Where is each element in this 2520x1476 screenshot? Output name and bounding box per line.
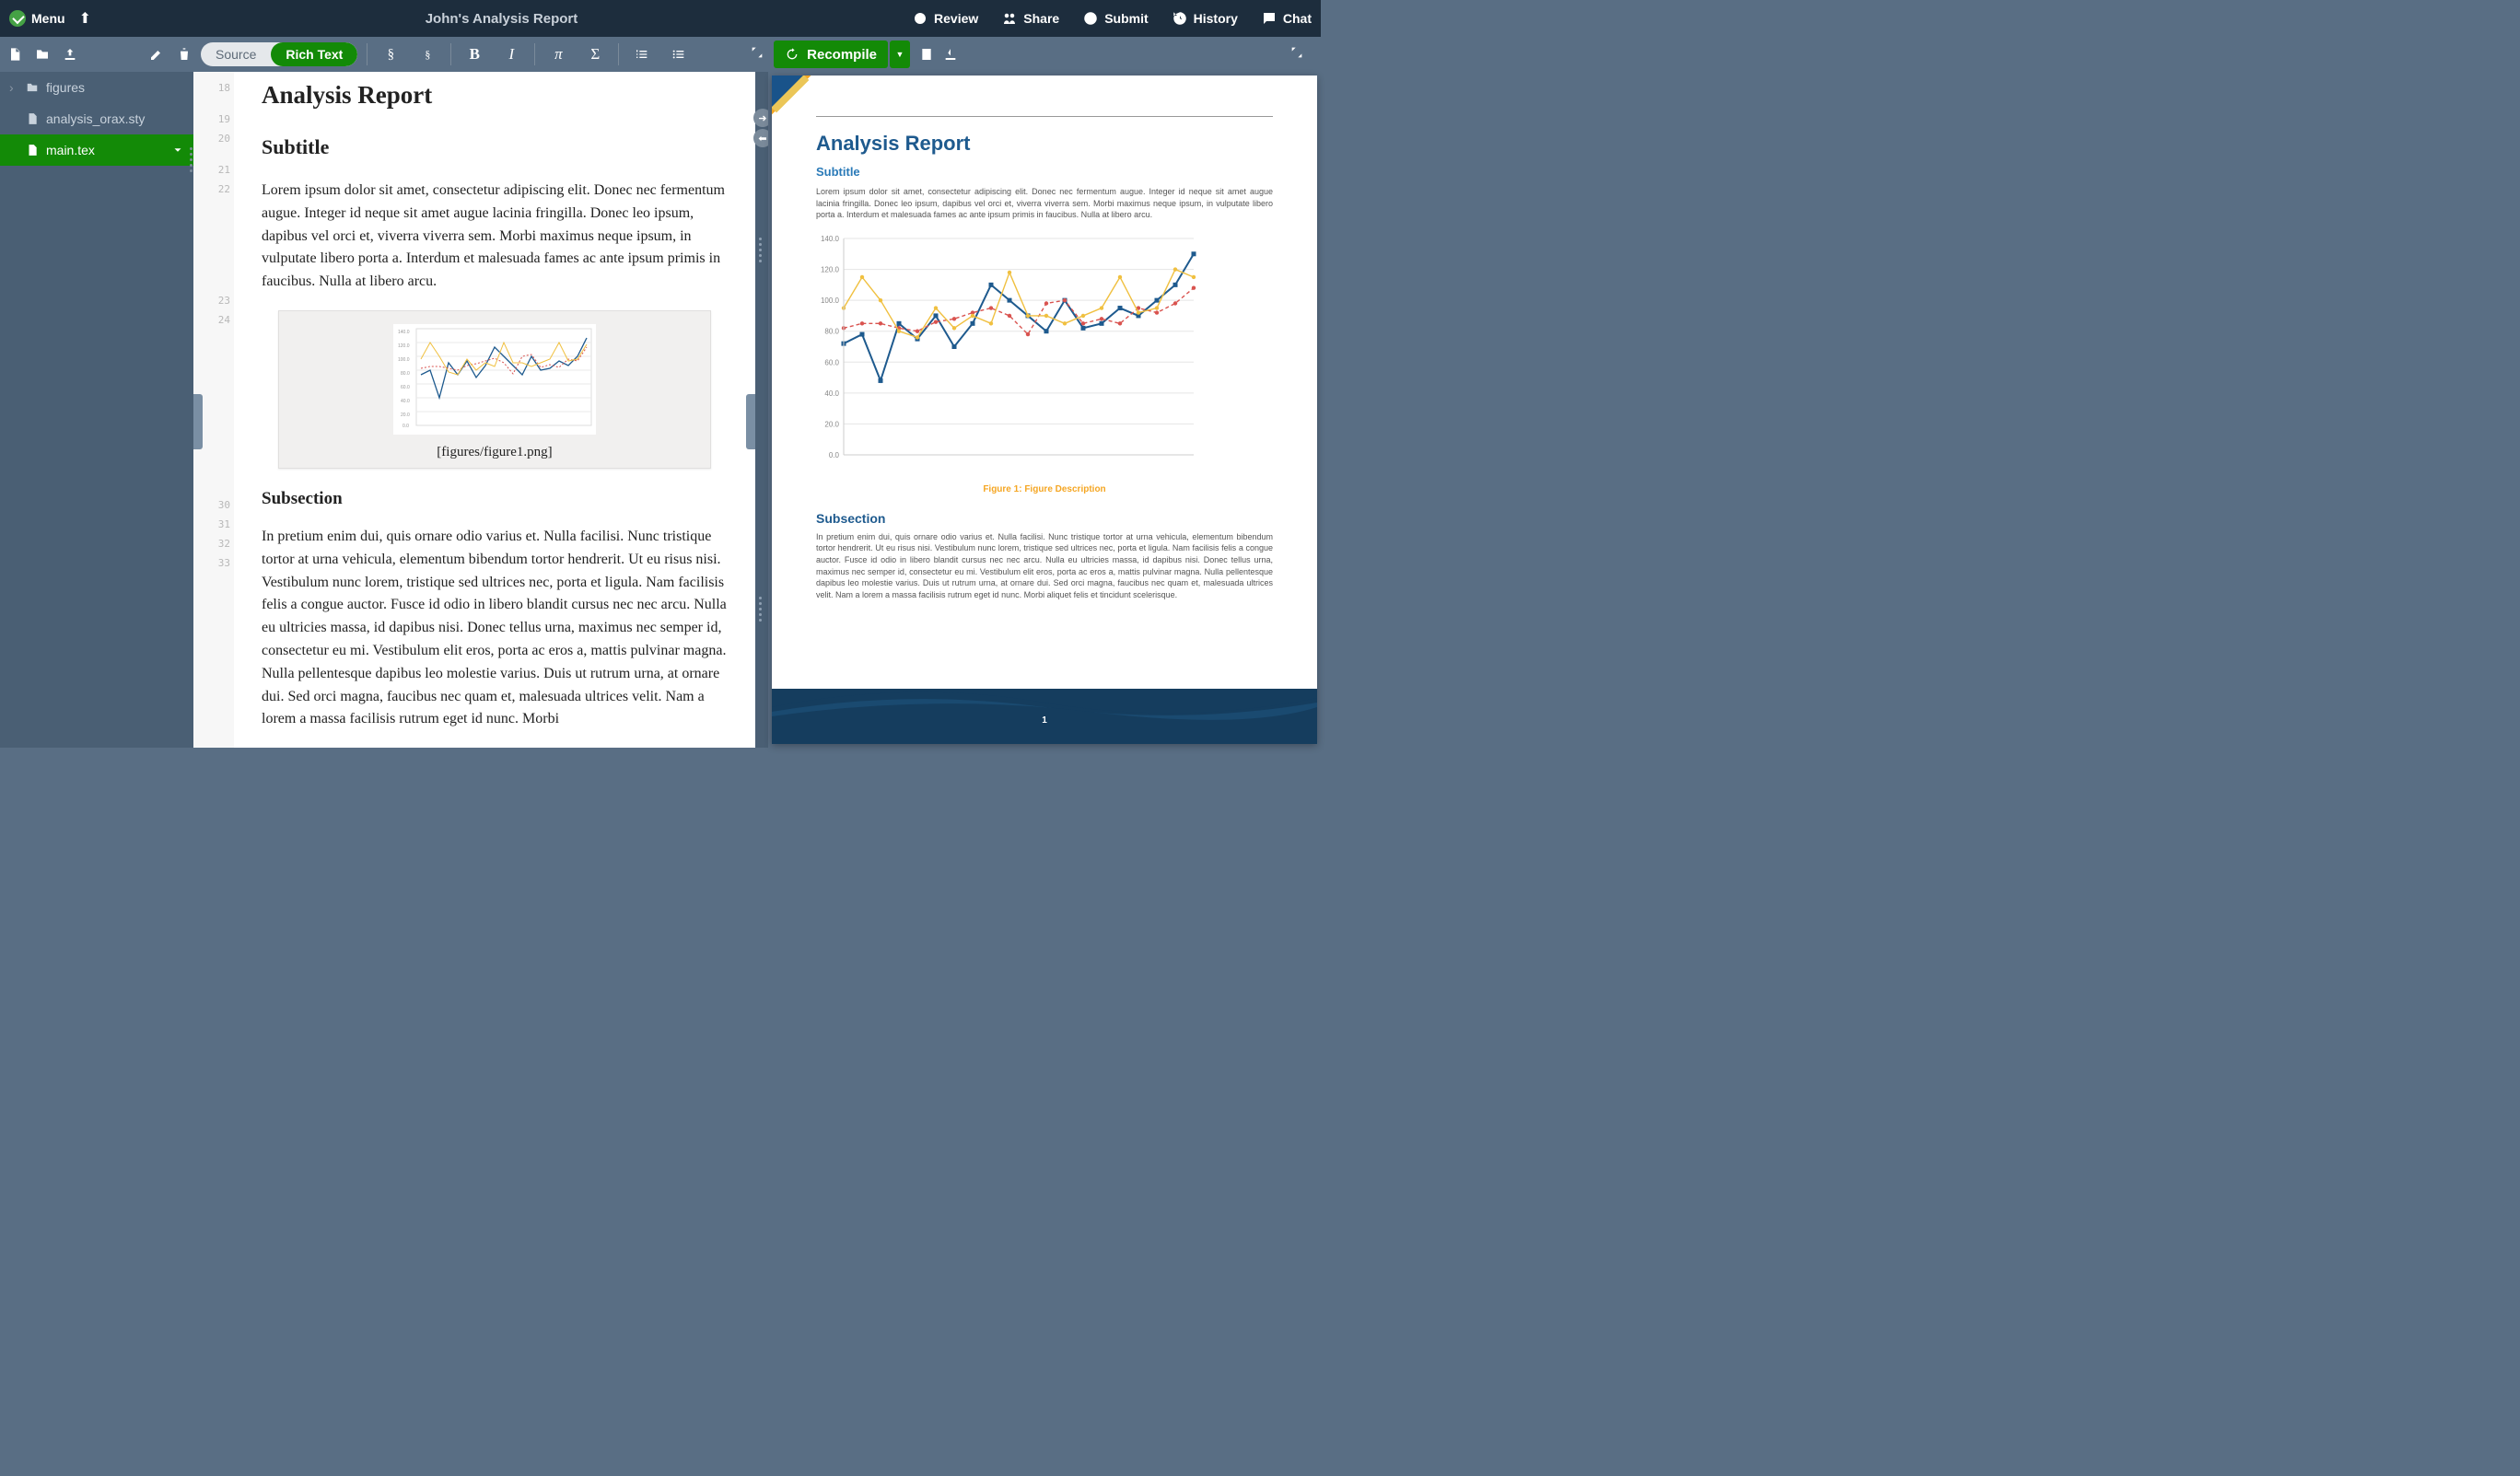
share-button[interactable]: Share — [1001, 10, 1059, 27]
richtext-tab[interactable]: Rich Text — [271, 42, 357, 66]
brand-icon — [9, 10, 26, 27]
editor-chart-thumbnail: 140.0 120.0 100.0 80.0 60.0 40.0 20.0 0.0 — [393, 324, 596, 435]
bold-button[interactable]: B — [461, 41, 488, 68]
collapse-left-tab[interactable] — [193, 394, 203, 449]
svg-text:140.0: 140.0 — [821, 235, 840, 243]
pane-divider[interactable]: ➜ ⬅ — [755, 72, 768, 748]
bullet-list-button[interactable] — [665, 41, 693, 68]
file-label: main.tex — [46, 143, 95, 157]
file-tree: › figures analysis_orax.sty main.tex — [0, 72, 193, 748]
pdf-chart: 0.0 20.0 40.0 60.0 80.0 100.0 120.0 140.0 — [816, 234, 1273, 475]
menu-label: Menu — [31, 11, 65, 26]
svg-text:120.0: 120.0 — [821, 265, 840, 273]
folder-label: figures — [46, 80, 85, 95]
pdf-subsection: Subsection — [816, 511, 1273, 526]
doc-subtitle: Subtitle — [262, 135, 728, 159]
pdf-body: Lorem ipsum dolor sit amet, consectetur … — [816, 186, 1273, 221]
sigma-button[interactable]: Σ — [581, 41, 609, 68]
chat-label: Chat — [1283, 11, 1312, 26]
numbered-list-button[interactable] — [628, 41, 656, 68]
doc-title: Analysis Report — [262, 81, 728, 110]
file-label: analysis_orax.sty — [46, 111, 145, 126]
history-label: History — [1194, 11, 1238, 26]
chevron-down-icon[interactable] — [171, 144, 184, 157]
rich-text-editor[interactable]: Analysis Report Subtitle Lorem ipsum dol… — [234, 72, 755, 748]
file-main[interactable]: main.tex — [0, 134, 193, 166]
download-pdf-icon[interactable] — [943, 47, 958, 62]
menu-button[interactable]: Menu — [9, 10, 65, 27]
recompile-dropdown[interactable]: ▼ — [890, 41, 910, 68]
pdf-title: Analysis Report — [816, 132, 1273, 156]
svg-text:20.0: 20.0 — [824, 420, 839, 428]
review-button[interactable]: Review — [912, 10, 978, 27]
pdf-body: In pretium enim dui, quis ornare odio va… — [816, 531, 1273, 601]
source-tab[interactable]: Source — [201, 42, 271, 66]
collapse-right-tab[interactable] — [746, 394, 755, 449]
figure-caption: [figures/figure1.png] — [288, 445, 701, 460]
chat-button[interactable]: Chat — [1261, 10, 1312, 27]
new-file-icon[interactable] — [7, 47, 22, 62]
submit-label: Submit — [1104, 11, 1148, 26]
pdf-preview-pane: Analysis Report Subtitle Lorem ipsum dol… — [768, 72, 1321, 748]
recompile-label: Recompile — [807, 47, 877, 63]
pi-button[interactable]: π — [544, 41, 572, 68]
share-label: Share — [1023, 11, 1059, 26]
folder-icon — [26, 81, 39, 94]
doc-paragraph: In pretium enim dui, quis ornare odio va… — [262, 526, 728, 731]
corner-decoration — [772, 76, 809, 112]
editor-pane: 1819202122232430313233 Analysis Report S… — [193, 72, 755, 748]
svg-text:40.0: 40.0 — [824, 389, 839, 398]
topbar: Menu ⬆ John's Analysis Report Review Sha… — [0, 0, 1321, 37]
review-label: Review — [934, 11, 978, 26]
svg-text:60.0: 60.0 — [824, 358, 839, 366]
new-folder-icon[interactable] — [35, 47, 50, 62]
expand-pdf-icon[interactable] — [1289, 45, 1304, 64]
doc-paragraph: Lorem ipsum dolor sit amet, consectetur … — [262, 180, 728, 294]
section-button[interactable]: § — [377, 41, 404, 68]
pdf-figure-caption: Figure 1: Figure Description — [816, 484, 1273, 494]
pdf-page[interactable]: Analysis Report Subtitle Lorem ipsum dol… — [772, 76, 1317, 744]
file-icon — [26, 112, 39, 125]
history-button[interactable]: History — [1172, 10, 1238, 27]
toolbar: Source Rich Text § § B I π Σ Recompile ▼ — [0, 37, 1321, 72]
svg-text:80.0: 80.0 — [824, 327, 839, 335]
svg-text:0.0: 0.0 — [829, 451, 840, 459]
svg-text:100.0: 100.0 — [398, 357, 410, 363]
upload-icon[interactable] — [63, 47, 77, 62]
up-level-icon[interactable]: ⬆ — [79, 9, 91, 28]
pdf-page-number: 1 — [772, 715, 1317, 726]
expand-editor-icon[interactable] — [750, 45, 764, 64]
subsection-button[interactable]: § — [414, 41, 441, 68]
svg-text:80.0: 80.0 — [401, 371, 410, 377]
delete-icon[interactable] — [177, 47, 192, 62]
recompile-icon — [785, 47, 799, 62]
logs-icon[interactable] — [919, 47, 934, 62]
recompile-button[interactable]: Recompile — [774, 41, 888, 68]
folder-figures[interactable]: › figures — [0, 72, 193, 103]
figure-placeholder: 140.0 120.0 100.0 80.0 60.0 40.0 20.0 0.0 [figu… — [278, 310, 711, 469]
submit-button[interactable]: Submit — [1082, 10, 1148, 27]
caret-icon: › — [9, 80, 18, 95]
project-title: John's Analysis Report — [91, 11, 912, 27]
svg-text:140.0: 140.0 — [398, 330, 410, 335]
svg-text:120.0: 120.0 — [398, 343, 410, 349]
editor-mode-toggle: Source Rich Text — [201, 42, 357, 66]
svg-text:60.0: 60.0 — [401, 385, 410, 390]
svg-text:0.0: 0.0 — [402, 424, 409, 429]
italic-button[interactable]: I — [497, 41, 525, 68]
subsection-heading: Subsection — [262, 489, 728, 509]
svg-text:20.0: 20.0 — [401, 413, 410, 418]
pdf-subtitle: Subtitle — [816, 165, 1273, 179]
pdf-footer-wave: 1 — [772, 689, 1317, 744]
svg-text:40.0: 40.0 — [401, 399, 410, 404]
file-icon — [26, 144, 39, 157]
svg-text:100.0: 100.0 — [821, 296, 840, 305]
rename-icon[interactable] — [149, 47, 164, 62]
file-sty[interactable]: analysis_orax.sty — [0, 103, 193, 134]
